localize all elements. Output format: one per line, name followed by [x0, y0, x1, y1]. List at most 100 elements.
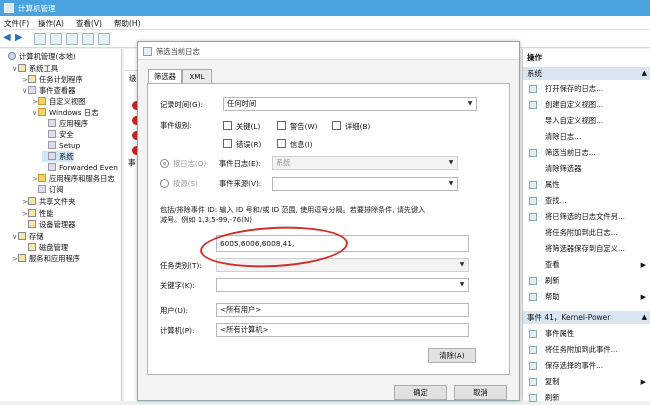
- action-item[interactable]: 刷新: [523, 274, 650, 288]
- tree-item[interactable]: > 共享文件夹: [22, 196, 75, 207]
- tree-item[interactable]: 订阅: [32, 184, 64, 195]
- tree-item[interactable]: ∨ 系统工具: [12, 63, 58, 74]
- clock-icon: [28, 75, 36, 83]
- tab-xml[interactable]: XML: [182, 69, 212, 84]
- action-label: 导入自定义视图...: [545, 116, 604, 125]
- show-hide-tree-icon[interactable]: [50, 33, 62, 45]
- critical-checkbox[interactable]: [223, 121, 232, 130]
- tree-item-label: Forwarded Even: [59, 163, 118, 172]
- action-item[interactable]: 复制 ▶: [523, 375, 650, 389]
- refresh-icon: [529, 277, 537, 285]
- tree-item[interactable]: Forwarded Even: [42, 162, 118, 173]
- actions-section-system[interactable]: 系统 ▲: [523, 67, 650, 80]
- action-item[interactable]: 帮助 ▶: [523, 290, 650, 304]
- action-item[interactable]: 将任务附加到此事件...: [523, 343, 650, 357]
- action-label: 清除日志...: [545, 132, 582, 141]
- up-icon[interactable]: [34, 33, 46, 45]
- user-label: 用户(U):: [160, 306, 189, 315]
- event-viewer-icon: [28, 86, 36, 94]
- user-input[interactable]: <所有用户>: [216, 303, 469, 317]
- event-sources-select[interactable]: ▼: [272, 177, 458, 191]
- menu-file[interactable]: 文件(F): [4, 18, 29, 29]
- tree-item-label: 任务计划程序: [39, 75, 83, 84]
- action-item[interactable]: 将任务附加到此日志...: [523, 226, 650, 240]
- tree-item[interactable]: 设备管理器: [22, 219, 75, 230]
- tree-item[interactable]: > 应用程序和服务日志: [32, 173, 115, 184]
- show-hide-action-pane-icon[interactable]: [98, 33, 110, 45]
- find-icon: [529, 197, 537, 205]
- verbose-checkbox[interactable]: [332, 121, 341, 130]
- keywords-label: 关键字(K):: [160, 281, 195, 290]
- collapse-icon[interactable]: ▲: [642, 67, 647, 80]
- by-log-radio[interactable]: [160, 159, 169, 168]
- tree-item[interactable]: ∨ 存储: [12, 231, 44, 242]
- folder-icon: [38, 108, 46, 116]
- tree-item[interactable]: > 自定义视图: [32, 96, 85, 107]
- action-item[interactable]: 清除筛选器: [523, 162, 650, 176]
- warning-checkbox[interactable]: [277, 121, 286, 130]
- menu-view[interactable]: 查看(V): [76, 18, 102, 29]
- event-logs-value: 系统: [276, 158, 291, 167]
- cancel-button[interactable]: 取消: [454, 385, 507, 400]
- action-item[interactable]: 将已筛选的日志文件另...: [523, 210, 650, 224]
- by-source-radio[interactable]: [160, 179, 169, 188]
- action-item[interactable]: 导入自定义视图...: [523, 114, 650, 128]
- folder-icon: [38, 97, 46, 105]
- action-item[interactable]: 清除日志...: [523, 130, 650, 144]
- tree-item[interactable]: > 服务和应用程序: [12, 253, 80, 264]
- action-item[interactable]: 属性: [523, 178, 650, 192]
- action-item[interactable]: 查看 ▶: [523, 258, 650, 272]
- actions-section-event[interactable]: 事件 41，Kernel-Power ▲: [523, 311, 650, 324]
- information-checkbox[interactable]: [277, 139, 286, 148]
- tree-item-label: 系统工具: [29, 64, 59, 73]
- logged-select[interactable]: 任何时间 ▼: [223, 97, 477, 111]
- tree-item[interactable]: > 任务计划程序: [22, 74, 83, 85]
- error-checkbox[interactable]: [223, 139, 232, 148]
- actions-pane: 操作 系统 ▲ 打开保存的日志... 创建自定义视图... 导入自定义视图... 清除…: [522, 49, 650, 402]
- tree-item[interactable]: Setup: [42, 140, 80, 151]
- keywords-select[interactable]: ▼: [216, 278, 469, 292]
- chevron-down-icon: ▼: [459, 281, 465, 288]
- ok-button[interactable]: 确定: [394, 385, 447, 400]
- action-item[interactable]: 创建自定义视图...: [523, 98, 650, 112]
- action-label: 事件属性: [545, 329, 575, 338]
- tree-item[interactable]: ∨ 事件查看器: [22, 85, 75, 96]
- action-item[interactable]: 查找...: [523, 194, 650, 208]
- properties-icon: [529, 181, 537, 189]
- tab-filter[interactable]: 筛选器: [148, 69, 182, 84]
- menu-action[interactable]: 操作(A): [38, 18, 64, 29]
- clear-button[interactable]: 清除(A): [428, 348, 476, 363]
- tree-item[interactable]: ∨ Windows 日志: [32, 107, 99, 118]
- action-item[interactable]: 刷新: [523, 391, 650, 405]
- filter-current-log-dialog: 筛选当前日志 筛选器 XML 记录时间(G): 任何时间 ▼ 事件级别: 关键(…: [137, 41, 520, 401]
- open-icon: [529, 85, 537, 93]
- computer-input[interactable]: <所有计算机>: [216, 323, 469, 337]
- forward-icon[interactable]: ▶: [15, 33, 27, 45]
- tree-item[interactable]: 安全: [42, 129, 74, 140]
- menu-help[interactable]: 帮助(H): [114, 18, 141, 29]
- action-item[interactable]: 打开保存的日志...: [523, 82, 650, 96]
- action-item[interactable]: 将筛选器保存到自定义...: [523, 242, 650, 256]
- action-label: 查找...: [545, 196, 567, 205]
- action-item[interactable]: 筛选当前日志...: [523, 146, 650, 160]
- back-icon[interactable]: ◀: [3, 33, 15, 45]
- help-icon[interactable]: [82, 33, 94, 45]
- level-column-header[interactable]: 级: [129, 73, 137, 84]
- tree-item[interactable]: 应用程序: [42, 118, 88, 129]
- event-logs-label: 事件日志(E):: [219, 159, 261, 168]
- logged-label: 记录时间(G):: [160, 100, 203, 109]
- tree-item[interactable]: > 性能: [22, 208, 54, 219]
- tree-item[interactable]: 计算机管理(本地): [2, 51, 76, 62]
- event-logs-select[interactable]: 系统 ▼: [272, 156, 458, 170]
- description-line-2: 减号。例如 1,3,5-99,-76(N): [160, 215, 253, 224]
- event-detail-tab[interactable]: 事: [128, 157, 136, 168]
- tree-item[interactable]: 系统: [42, 151, 74, 162]
- action-item[interactable]: 事件属性: [523, 327, 650, 341]
- action-label: 清除筛选器: [545, 164, 582, 173]
- collapse-icon[interactable]: ▲: [642, 311, 647, 324]
- tree-item[interactable]: 磁盘管理: [22, 242, 68, 253]
- action-item[interactable]: 保存选择的事件...: [523, 359, 650, 373]
- section-title: 系统: [527, 69, 542, 78]
- tree-item-label: 设备管理器: [39, 220, 76, 229]
- properties-icon[interactable]: [66, 33, 78, 45]
